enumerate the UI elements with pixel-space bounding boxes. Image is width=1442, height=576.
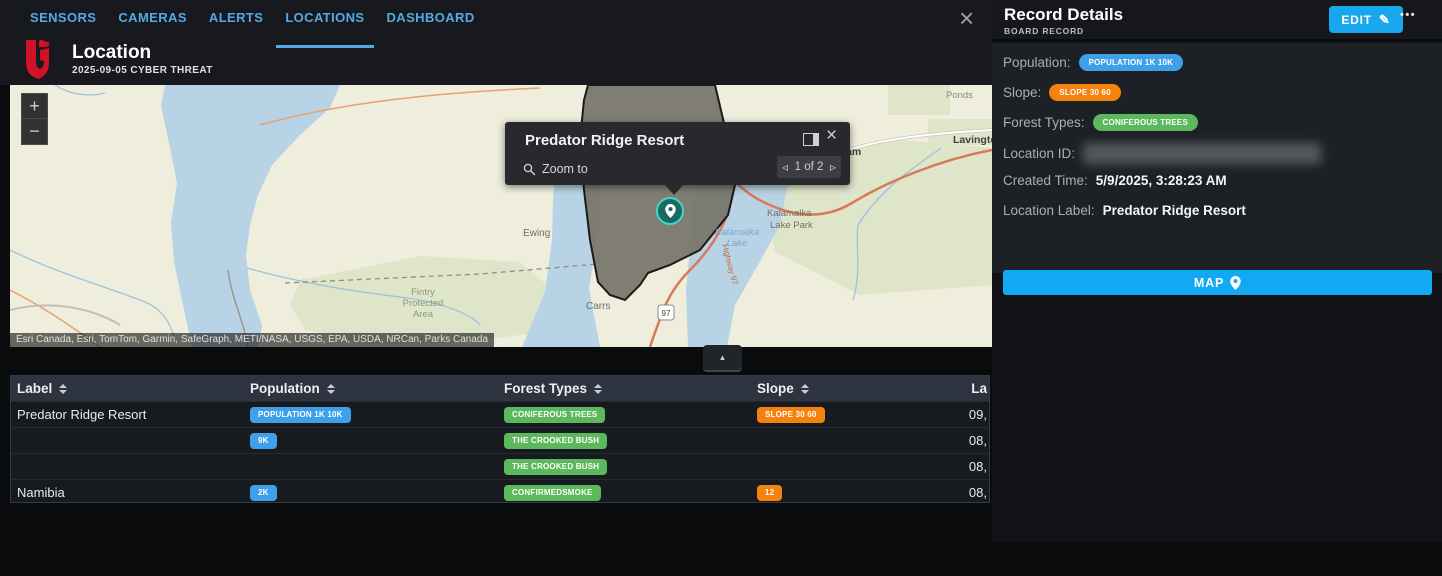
- column-header-last[interactable]: La: [931, 381, 989, 396]
- sort-icon: [594, 384, 602, 394]
- field-location-label: Location Label: Predator Ridge Resort: [1003, 203, 1246, 218]
- zoom-in-button[interactable]: +: [22, 94, 47, 119]
- svg-text:Area: Area: [413, 309, 434, 320]
- field-forest-types: Forest Types: CONIFEROUS TREES: [1003, 114, 1198, 131]
- table-row[interactable]: 9K THE CROOKED BUSH 08,: [11, 427, 989, 453]
- panel-body: Population: POPULATION 1K 10K Slope: SLO…: [992, 43, 1442, 273]
- forest-badge: CONIFEROUS TREES: [1093, 114, 1198, 131]
- popup-title: Predator Ridge Resort: [525, 132, 684, 149]
- field-created-time: Created Time: 5/9/2025, 3:28:23 AM: [1003, 173, 1227, 188]
- overflow-menu-icon[interactable]: •••: [1400, 9, 1416, 21]
- map-label-kalamalka-lake: Kalamalka: [715, 227, 759, 238]
- pin-icon: [1230, 276, 1241, 290]
- map-label-lavington: Lavington: [953, 134, 992, 146]
- dock-icon[interactable]: [803, 133, 819, 146]
- map-label-fintry: Fintry: [411, 287, 435, 298]
- popup-pager: ◃ 1 of 2 ▹: [777, 156, 841, 178]
- pencil-icon: ✎: [1379, 12, 1391, 28]
- forest-badge: THE CROOKED BUSH: [504, 433, 607, 449]
- svg-text:Lake Park: Lake Park: [770, 220, 813, 231]
- slope-badge: SLOPE 30 60: [1049, 84, 1121, 101]
- population-badge: POPULATION 1K 10K: [1079, 54, 1184, 71]
- map-button[interactable]: MAP: [1003, 270, 1432, 295]
- population-badge: 2K: [250, 485, 277, 501]
- map-label-ewing: Ewing: [523, 228, 550, 239]
- sort-icon: [327, 384, 335, 394]
- panel-header: Record Details BOARD RECORD EDIT ✎ •••: [992, 0, 1442, 41]
- nav-item-locations[interactable]: LOCATIONS: [285, 10, 364, 33]
- field-slope: Slope: SLOPE 30 60: [1003, 84, 1121, 101]
- svg-text:Protected: Protected: [403, 298, 444, 309]
- edit-button[interactable]: EDIT ✎: [1329, 6, 1403, 33]
- map-attribution: Esri Canada, Esri, TomTom, Garmin, SafeG…: [10, 333, 494, 347]
- sort-icon: [59, 384, 67, 394]
- app-logo-shield-icon: [24, 38, 51, 86]
- column-header-label[interactable]: Label: [11, 381, 244, 396]
- slope-badge: SLOPE 30 60: [757, 407, 825, 423]
- pager-next-icon[interactable]: ▹: [830, 160, 836, 174]
- top-header: SENSORS CAMERAS ALERTS LOCATIONS DASHBOA…: [0, 0, 992, 85]
- sort-icon: [801, 384, 809, 394]
- column-header-population[interactable]: Population: [244, 381, 498, 396]
- column-header-slope[interactable]: Slope: [751, 381, 931, 396]
- main-nav: SENSORS CAMERAS ALERTS LOCATIONS DASHBOA…: [30, 10, 475, 33]
- magnifier-icon: [523, 163, 536, 176]
- forest-badge: THE CROOKED BUSH: [504, 459, 607, 475]
- table-header-row: Label Population Forest Types Slope La: [11, 376, 989, 401]
- page-subtitle: 2025-09-05 CYBER THREAT: [72, 65, 213, 76]
- panel-subtitle: BOARD RECORD: [1004, 26, 1084, 36]
- popup-close-icon[interactable]: ×: [826, 125, 837, 147]
- svg-text:97: 97: [662, 309, 671, 318]
- population-badge: POPULATION 1K 10K: [250, 407, 351, 423]
- map-label-kalamalka-park: Kalamalka: [767, 208, 812, 219]
- population-badge: 9K: [250, 433, 277, 449]
- map-canvas[interactable]: 97 Ponds Lavington am Ewing Carrs Fintry…: [10, 85, 992, 347]
- forest-badge: CONFIRMEDSMOKE: [504, 485, 601, 501]
- zoom-out-button[interactable]: −: [22, 119, 47, 144]
- close-panel-icon[interactable]: ×: [959, 3, 974, 33]
- table-row[interactable]: Namibia 2K CONFIRMEDSMOKE 12 08,: [11, 479, 989, 503]
- nav-item-cameras[interactable]: CAMERAS: [118, 10, 187, 33]
- pager-count: 1 of 2: [795, 161, 824, 173]
- table-row[interactable]: Predator Ridge Resort POPULATION 1K 10K …: [11, 401, 989, 427]
- panel-title: Record Details: [1004, 5, 1123, 25]
- locations-table: Label Population Forest Types Slope La P…: [10, 375, 990, 503]
- zoom-to-button[interactable]: Zoom to: [523, 162, 588, 176]
- table-row[interactable]: THE CROOKED BUSH 08,: [11, 453, 989, 479]
- map-label-ponds: Ponds: [946, 90, 973, 101]
- record-details-panel: Record Details BOARD RECORD EDIT ✎ ••• P…: [992, 0, 1442, 543]
- route-97-shield: 97: [658, 305, 674, 320]
- page-title: Location: [72, 42, 151, 64]
- field-location-id: Location ID:: [1003, 143, 1321, 164]
- map-zoom-control: + −: [21, 93, 48, 145]
- pager-prev-icon[interactable]: ◃: [782, 160, 788, 174]
- map-popup: Predator Ridge Resort × Zoom to ◃ 1 of 2…: [505, 122, 850, 185]
- table-collapse-button[interactable]: ▲: [703, 345, 742, 372]
- map-label-carrs: Carrs: [586, 301, 610, 312]
- nav-item-dashboard[interactable]: DASHBOARD: [387, 10, 475, 33]
- collapse-arrow-icon: ▲: [719, 353, 727, 362]
- map-marker-pin[interactable]: [656, 197, 684, 225]
- nav-item-sensors[interactable]: SENSORS: [30, 10, 96, 33]
- forest-badge: CONIFEROUS TREES: [504, 407, 605, 423]
- column-header-forest-types[interactable]: Forest Types: [498, 381, 751, 396]
- nav-item-alerts[interactable]: ALERTS: [209, 10, 263, 33]
- redacted-value: [1083, 143, 1321, 164]
- popup-caret: [665, 185, 683, 195]
- field-population: Population: POPULATION 1K 10K: [1003, 54, 1183, 71]
- pin-icon: [665, 204, 676, 218]
- slope-badge: 12: [757, 485, 782, 501]
